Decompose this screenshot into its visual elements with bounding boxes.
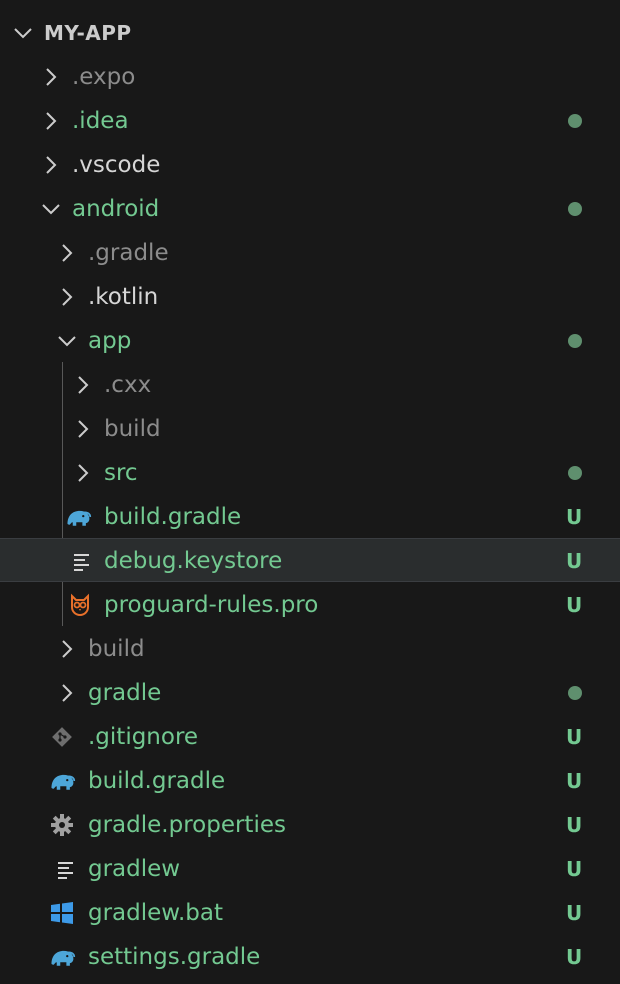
modified-dot-icon [568, 202, 582, 216]
untracked-badge: U [566, 505, 583, 529]
tree-item-label: .idea [72, 108, 129, 134]
untracked-badge: U [566, 549, 583, 573]
explorer-root-folder[interactable]: MY-APP [0, 11, 620, 55]
chevron-right-icon [46, 156, 57, 174]
tree-item-file[interactable]: settings.gradle U [0, 935, 620, 979]
tree-item-folder[interactable]: gradle [0, 671, 620, 715]
tree-item-folder[interactable]: build [0, 407, 620, 451]
chevron-right-icon [78, 464, 89, 482]
tree-item-folder[interactable]: .cxx [0, 363, 620, 407]
gradle-elephant-icon [48, 943, 76, 971]
modified-dot-icon [568, 114, 582, 128]
tree-item-file[interactable]: gradle.properties U [0, 803, 620, 847]
tree-item-file[interactable]: .gitignore U [0, 715, 620, 759]
tree-item-label: gradlew.bat [88, 900, 224, 926]
chevron-right-icon [62, 640, 73, 658]
untracked-badge: U [566, 901, 583, 925]
proguard-owl-icon [66, 591, 94, 619]
gear-icon [48, 811, 76, 839]
tree-item-label: src [104, 460, 138, 486]
tree-item-file[interactable]: build.gradle U [0, 759, 620, 803]
tree-item-file[interactable]: build.gradle U [0, 495, 620, 539]
tree-item-folder[interactable]: .expo [0, 55, 620, 99]
tree-item-file[interactable]: gradlew.bat U [0, 891, 620, 935]
tree-item-label: proguard-rules.pro [104, 592, 319, 618]
gradle-elephant-icon [64, 503, 92, 531]
tree-item-label: .cxx [104, 372, 152, 398]
tree-item-label: .gitignore [88, 724, 199, 750]
chevron-down-icon [42, 204, 60, 215]
tree-item-folder[interactable]: build [0, 627, 620, 671]
tree-item-label: .expo [72, 64, 136, 90]
chevron-right-icon [78, 420, 89, 438]
tree-item-label: gradlew [88, 856, 181, 882]
tree-item-label: build [104, 416, 161, 442]
untracked-badge: U [566, 813, 583, 837]
chevron-right-icon [62, 244, 73, 262]
root-folder-title: MY-APP [44, 21, 132, 45]
tree-item-label: gradle.properties [88, 812, 286, 838]
chevron-right-icon [62, 684, 73, 702]
tree-item-folder[interactable]: src [0, 451, 620, 495]
modified-dot-icon [568, 466, 582, 480]
modified-dot-icon [568, 686, 582, 700]
modified-dot-icon [568, 334, 582, 348]
tree-item-label: android [72, 196, 160, 222]
windows-icon [48, 899, 76, 927]
untracked-badge: U [566, 593, 583, 617]
tree-item-label: build.gradle [88, 768, 226, 794]
untracked-badge: U [566, 857, 583, 881]
tree-item-file[interactable]: debug.keystore U [0, 538, 620, 582]
tree-item-label: settings.gradle [88, 944, 261, 970]
chevron-right-icon [62, 288, 73, 306]
tree-item-label: debug.keystore [104, 548, 283, 574]
tree-item-folder[interactable]: .vscode [0, 143, 620, 187]
tree-item-label: .vscode [72, 152, 161, 178]
tree-item-label: gradle [88, 680, 162, 706]
tree-item-folder[interactable]: .idea [0, 99, 620, 143]
git-icon [48, 723, 76, 751]
tree-item-folder[interactable]: app [0, 319, 620, 363]
tree-item-file[interactable]: gradlew U [0, 847, 620, 891]
text-file-icon [68, 547, 96, 575]
untracked-badge: U [566, 725, 583, 749]
chevron-right-icon [46, 112, 57, 130]
untracked-badge: U [566, 769, 583, 793]
tree-item-label: build [88, 636, 145, 662]
text-file-icon [52, 855, 80, 883]
untracked-badge: U [566, 945, 583, 969]
tree-item-label: app [88, 328, 132, 354]
file-explorer: MY-APP .expo .idea .vscode android .grad… [0, 0, 620, 984]
tree-item-folder[interactable]: android [0, 187, 620, 231]
tree-item-file[interactable]: proguard-rules.pro U [0, 583, 620, 627]
tree-item-label: .kotlin [88, 284, 159, 310]
chevron-right-icon [78, 376, 89, 394]
tree-item-label: build.gradle [104, 504, 242, 530]
chevron-down-icon [14, 28, 32, 39]
tree-item-folder[interactable]: .gradle [0, 231, 620, 275]
chevron-right-icon [46, 68, 57, 86]
tree-item-label: .gradle [88, 240, 169, 266]
chevron-down-icon [58, 336, 76, 347]
gradle-elephant-icon [48, 767, 76, 795]
tree-item-folder[interactable]: .kotlin [0, 275, 620, 319]
